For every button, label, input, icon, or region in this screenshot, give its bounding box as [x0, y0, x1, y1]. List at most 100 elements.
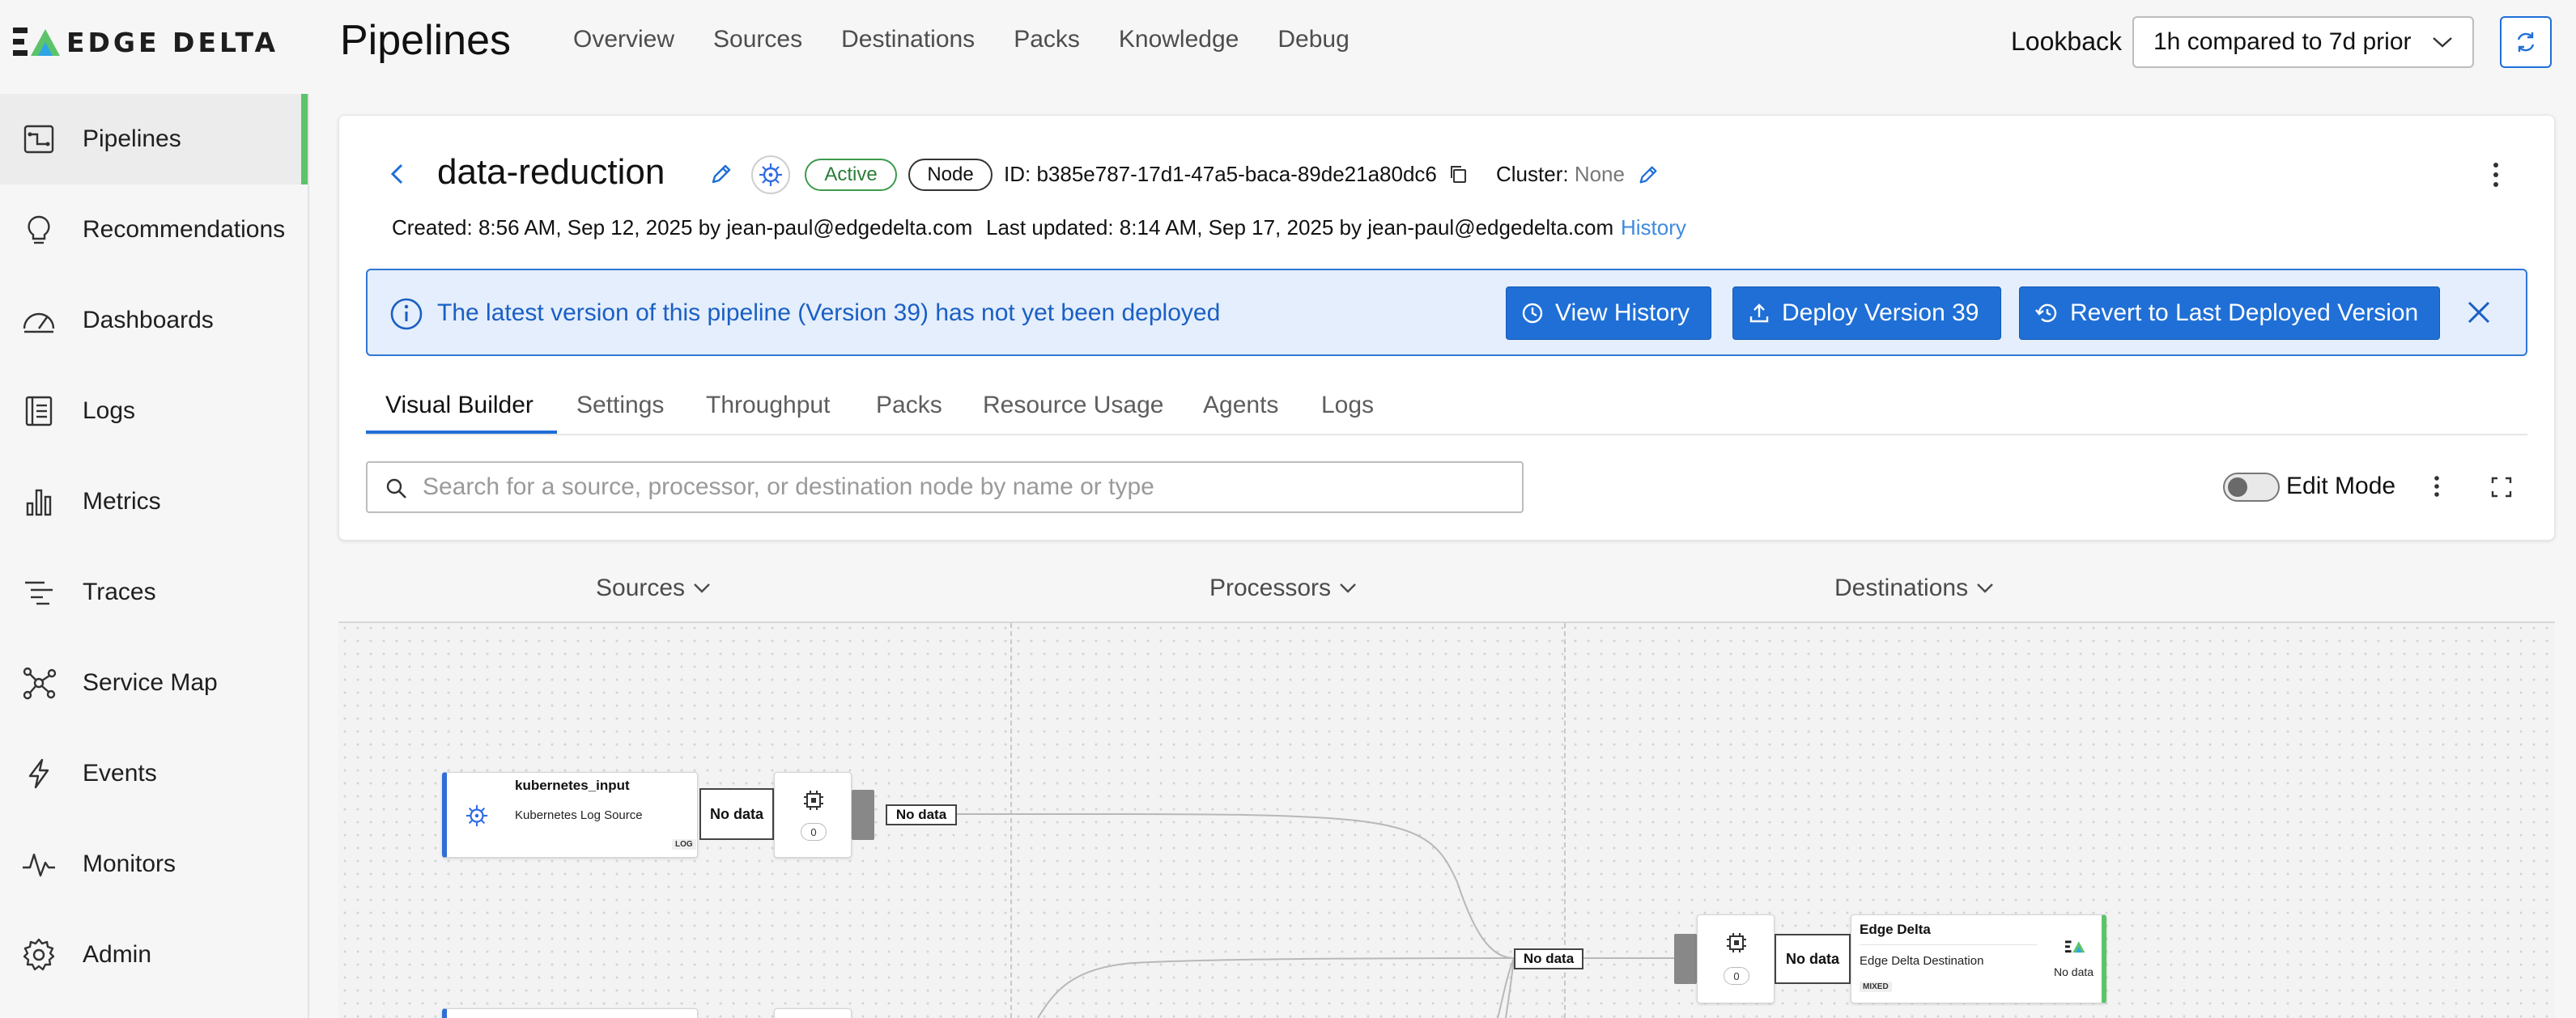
deploy-version-label: Deploy Version 39 [1782, 299, 1979, 326]
no-data-label: No data [1775, 934, 1851, 984]
nav-sources[interactable]: Sources [713, 26, 802, 53]
metrics-icon [19, 482, 58, 521]
sidebar-item-recommendations[interactable]: Recommendations [0, 185, 308, 275]
node-status: No data [2054, 965, 2094, 978]
edit-mode-toggle[interactable] [2223, 473, 2280, 502]
tab-settings[interactable]: Settings [576, 392, 664, 419]
view-history-label: View History [1555, 299, 1690, 326]
processor-node-partial[interactable] [774, 1008, 852, 1018]
updated-info: Last updated: 8:14 AM, Sep 17, 2025 by j… [986, 215, 1614, 240]
node-subtitle: Kubernetes Log Source [515, 808, 643, 822]
sidebar-label: Logs [83, 397, 136, 424]
nav-debug[interactable]: Debug [1277, 26, 1349, 53]
logs-icon [19, 392, 58, 431]
processor-chip-icon [804, 791, 823, 810]
nav-overview[interactable]: Overview [573, 26, 674, 53]
chevron-down-icon [2433, 37, 2452, 48]
sidebar-label: Admin [83, 941, 152, 968]
source-node-kubernetes[interactable]: kubernetes_input Kubernetes Log Source L… [442, 772, 698, 858]
tab-packs[interactable]: Packs [876, 392, 942, 419]
processors-column-header[interactable]: Processors [1209, 575, 1357, 602]
destination-node-edge-delta[interactable]: Edge Delta Edge Delta Destination MIXED … [1851, 914, 2106, 1003]
tab-resource-usage[interactable]: Resource Usage [983, 392, 1163, 419]
upload-icon [1749, 303, 1769, 323]
sidebar-item-monitors[interactable]: Monitors [0, 819, 308, 910]
chevron-left-icon [390, 163, 403, 185]
brand-logo[interactable]: EDGE DELTA [13, 26, 278, 58]
nav-packs[interactable]: Packs [1014, 26, 1080, 53]
fullscreen-button[interactable] [2490, 476, 2513, 503]
sidebar-item-logs[interactable]: Logs [0, 366, 308, 456]
sources-column-header[interactable]: Sources [596, 575, 711, 602]
fullscreen-icon [2491, 477, 2512, 498]
cluster-info: Cluster: None [1496, 162, 1625, 187]
pencil-icon [712, 164, 731, 184]
revert-button[interactable]: Revert to Last Deployed Version [2019, 286, 2441, 340]
close-banner-button[interactable] [2464, 298, 2493, 331]
node-tag: LOG [672, 839, 696, 850]
node-tag: MIXED [1860, 982, 1892, 992]
sidebar-label: Service Map [83, 669, 218, 696]
status-badge: Active [805, 159, 897, 191]
close-icon [2468, 301, 2490, 324]
cluster-label: Cluster: [1496, 162, 1569, 186]
nav-knowledge[interactable]: Knowledge [1119, 26, 1239, 53]
kebab-menu-icon [2493, 163, 2498, 187]
refresh-button[interactable] [2500, 16, 2552, 68]
copy-id-button[interactable] [1447, 163, 1469, 189]
sidebar-item-dashboards[interactable]: Dashboards [0, 275, 308, 366]
chevron-down-icon [694, 583, 710, 593]
lookback-select[interactable]: 1h compared to 7d prior [2132, 16, 2474, 68]
tab-agents[interactable]: Agents [1203, 392, 1278, 419]
pipelines-icon [19, 120, 58, 159]
tab-logs[interactable]: Logs [1321, 392, 1374, 419]
edge-delta-logo-icon [13, 28, 60, 56]
search-input[interactable] [423, 471, 1491, 503]
sidebar-label: Dashboards [83, 307, 214, 333]
cluster-value: None [1574, 162, 1625, 186]
toggle-knob [2228, 477, 2247, 497]
created-info: Created: 8:56 AM, Sep 12, 2025 by jean-p… [392, 215, 973, 240]
service-map-icon [19, 664, 58, 702]
source-processor-node[interactable]: 0 [774, 772, 852, 858]
tab-visual-builder[interactable]: Visual Builder [385, 392, 533, 419]
sidebar-label: Monitors [83, 850, 176, 877]
source-node-partial[interactable] [442, 1008, 698, 1018]
kubernetes-icon [759, 163, 782, 186]
revert-history-icon [2035, 303, 2057, 323]
pencil-icon [1639, 166, 1657, 184]
processor-count: 0 [1724, 967, 1749, 985]
edit-name-button[interactable] [709, 162, 733, 190]
deploy-version-button[interactable]: Deploy Version 39 [1732, 286, 2001, 340]
sidebar-item-traces[interactable]: Traces [0, 547, 308, 638]
sidebar-item-service-map[interactable]: Service Map [0, 638, 308, 728]
pipeline-menu-button[interactable] [2484, 159, 2508, 195]
processor-chip-icon [1727, 933, 1746, 952]
sidebar-item-metrics[interactable]: Metrics [0, 456, 308, 547]
destinations-column-header[interactable]: Destinations [1834, 575, 1994, 602]
lookback-label: Lookback [2011, 27, 2122, 56]
nav-destinations[interactable]: Destinations [841, 26, 975, 53]
destinations-label: Destinations [1834, 575, 1969, 601]
input-port[interactable] [1674, 934, 1697, 984]
active-tab-indicator [366, 431, 557, 434]
sidebar: Pipelines Recommendations Dashboards Log… [0, 94, 309, 1018]
output-port[interactable] [852, 790, 874, 840]
back-button[interactable] [384, 160, 411, 192]
builder-menu-button[interactable] [2429, 474, 2445, 503]
pipeline-tabs: Visual Builder Settings Throughput Packs… [366, 385, 2527, 435]
destination-processor-node[interactable]: 0 [1697, 914, 1775, 1003]
column-header-divider [338, 621, 2555, 623]
sidebar-item-pipelines[interactable]: Pipelines [0, 94, 308, 185]
sidebar-item-events[interactable]: Events [0, 728, 308, 819]
sidebar-label: Metrics [83, 488, 161, 515]
tab-throughput[interactable]: Throughput [706, 392, 830, 419]
node-subtitle: Edge Delta Destination [1860, 954, 1984, 968]
view-history-button[interactable]: View History [1506, 286, 1712, 340]
gear-icon [19, 935, 58, 974]
history-link[interactable]: History [1621, 215, 1686, 240]
sidebar-item-admin[interactable]: Admin [0, 910, 308, 1000]
column-divider [1010, 623, 1012, 1018]
edit-cluster-button[interactable] [1637, 163, 1660, 190]
gauge-icon [19, 301, 58, 340]
